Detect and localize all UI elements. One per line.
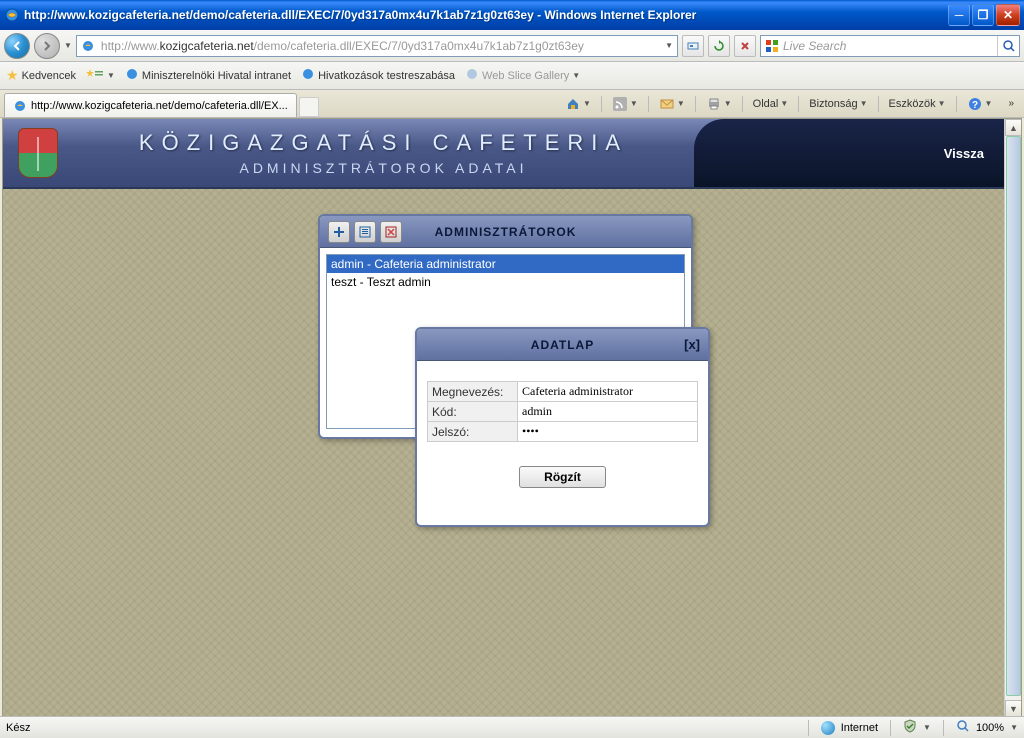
- tools-menu[interactable]: Eszközök▼: [885, 96, 950, 112]
- star-bar-icon: [86, 67, 104, 84]
- search-button[interactable]: [997, 36, 1019, 56]
- add-button[interactable]: [328, 221, 350, 243]
- zoom-level[interactable]: 100%: [976, 722, 1004, 734]
- form-close-button[interactable]: [x]: [684, 337, 700, 352]
- code-input[interactable]: [522, 404, 693, 419]
- refresh-button[interactable]: [708, 35, 730, 57]
- protected-mode-icon: [903, 719, 917, 736]
- favorites-bar: ★ Kedvencek ▼ Miniszterelnöki Hivatal in…: [0, 62, 1024, 90]
- address-text: http://www.kozigcafeteria.net/demo/cafet…: [99, 39, 661, 53]
- home-icon: [565, 96, 581, 112]
- mail-button[interactable]: ▼: [655, 94, 689, 114]
- close-button[interactable]: ✕: [996, 4, 1020, 26]
- stop-button[interactable]: [734, 35, 756, 57]
- star-icon: ★: [6, 67, 19, 84]
- search-box[interactable]: Live Search: [760, 35, 1020, 57]
- admin-panel-header: ADMINISZTRÁTOROK: [320, 216, 691, 248]
- favorites-add-button[interactable]: ▼: [86, 67, 115, 84]
- back-button[interactable]: [4, 33, 30, 59]
- password-label: Jelszó:: [428, 422, 518, 442]
- favorite-link-1[interactable]: Hivatkozások testreszabása: [301, 67, 455, 84]
- page-icon: [80, 38, 96, 54]
- form-panel-title: ADATLAP: [417, 338, 708, 352]
- submit-button[interactable]: Rögzít: [519, 466, 606, 488]
- form-panel-header: ADATLAP [x]: [417, 329, 708, 361]
- page-background: KÖZIGAZGATÁSI CAFETERIA ADMINISZTRÁTOROK…: [3, 119, 1004, 717]
- help-button[interactable]: ?▼: [963, 94, 997, 114]
- help-icon: ?: [967, 96, 983, 112]
- code-label: Kód:: [428, 402, 518, 422]
- window-titlebar: http://www.kozigcafeteria.net/demo/cafet…: [0, 0, 1024, 30]
- home-button[interactable]: ▼: [561, 94, 595, 114]
- ie-icon: [4, 7, 20, 23]
- forward-button[interactable]: [34, 33, 60, 59]
- globe-icon: [821, 721, 835, 735]
- search-placeholder: Live Search: [783, 39, 846, 53]
- status-bar: Kész Internet ▼ 100% ▼: [0, 716, 1024, 738]
- ie-page-icon: [125, 67, 139, 84]
- page-menu[interactable]: Oldal▼: [749, 96, 793, 112]
- security-menu[interactable]: Biztonság▼: [805, 96, 871, 112]
- favorite-link-2[interactable]: Web Slice Gallery ▼: [465, 67, 580, 84]
- favorites-button[interactable]: ★ Kedvencek: [6, 67, 76, 84]
- command-bar: ▼ ▼ ▼ ▼ Oldal▼ Biztonság▼ Eszközök▼ ?▼ »: [561, 90, 1020, 117]
- print-icon: [706, 96, 722, 112]
- ie-page-icon: [301, 67, 315, 84]
- status-ready: Kész: [6, 722, 30, 734]
- list-item[interactable]: teszt - Teszt admin: [327, 273, 684, 291]
- ie-icon: [13, 99, 27, 113]
- app-header: KÖZIGAZGATÁSI CAFETERIA ADMINISZTRÁTOROK…: [3, 119, 1004, 189]
- app-subtitle: ADMINISZTRÁTOROK ADATAI: [73, 160, 694, 176]
- address-dropdown-icon[interactable]: ▼: [661, 41, 677, 50]
- ie-page-icon: [465, 67, 479, 84]
- tab-bar: http://www.kozigcafeteria.net/demo/cafet…: [0, 90, 1024, 118]
- delete-button[interactable]: [380, 221, 402, 243]
- navigation-bar: ▼ http://www.kozigcafeteria.net/demo/caf…: [0, 30, 1024, 62]
- favorite-link-0[interactable]: Miniszterelnöki Hivatal intranet: [125, 67, 291, 84]
- password-input[interactable]: [522, 424, 693, 439]
- content-area: KÖZIGAZGATÁSI CAFETERIA ADMINISZTRÁTOROK…: [2, 118, 1022, 718]
- more-chevron-icon[interactable]: »: [1008, 98, 1014, 109]
- scroll-thumb[interactable]: [1006, 136, 1021, 696]
- scroll-up-button[interactable]: ▲: [1005, 119, 1022, 136]
- mail-icon: [659, 96, 675, 112]
- address-bar[interactable]: http://www.kozigcafeteria.net/demo/cafet…: [76, 35, 678, 57]
- crest-icon: [18, 128, 58, 178]
- name-label: Megnevezés:: [428, 382, 518, 402]
- name-input[interactable]: [522, 384, 693, 399]
- minimize-button[interactable]: ─: [948, 4, 970, 26]
- browser-tab[interactable]: http://www.kozigcafeteria.net/demo/cafet…: [4, 93, 297, 117]
- tab-title: http://www.kozigcafeteria.net/demo/cafet…: [31, 100, 288, 112]
- edit-button[interactable]: [354, 221, 376, 243]
- form-table: Megnevezés: Kód: Jelszó:: [427, 381, 698, 442]
- back-link[interactable]: Vissza: [944, 146, 984, 161]
- zoom-icon[interactable]: [956, 719, 970, 736]
- rss-button[interactable]: ▼: [608, 94, 642, 114]
- vertical-scrollbar[interactable]: ▲ ▼: [1004, 119, 1021, 717]
- security-zone: Internet: [841, 722, 878, 734]
- history-dropdown-icon[interactable]: ▼: [64, 41, 72, 50]
- new-tab-button[interactable]: [299, 97, 319, 117]
- list-item[interactable]: admin - Cafeteria administrator: [327, 255, 684, 273]
- app-title: KÖZIGAZGATÁSI CAFETERIA: [73, 130, 694, 156]
- form-panel: ADATLAP [x] Megnevezés: Kód: Jelszó:: [415, 327, 710, 527]
- compat-view-button[interactable]: [682, 35, 704, 57]
- window-title: http://www.kozigcafeteria.net/demo/cafet…: [24, 8, 948, 22]
- maximize-button[interactable]: ❐: [972, 4, 994, 26]
- svg-text:?: ?: [971, 100, 977, 111]
- rss-icon: [612, 96, 628, 112]
- print-button[interactable]: ▼: [702, 94, 736, 114]
- live-search-icon: [764, 38, 780, 54]
- scroll-down-button[interactable]: ▼: [1005, 700, 1022, 717]
